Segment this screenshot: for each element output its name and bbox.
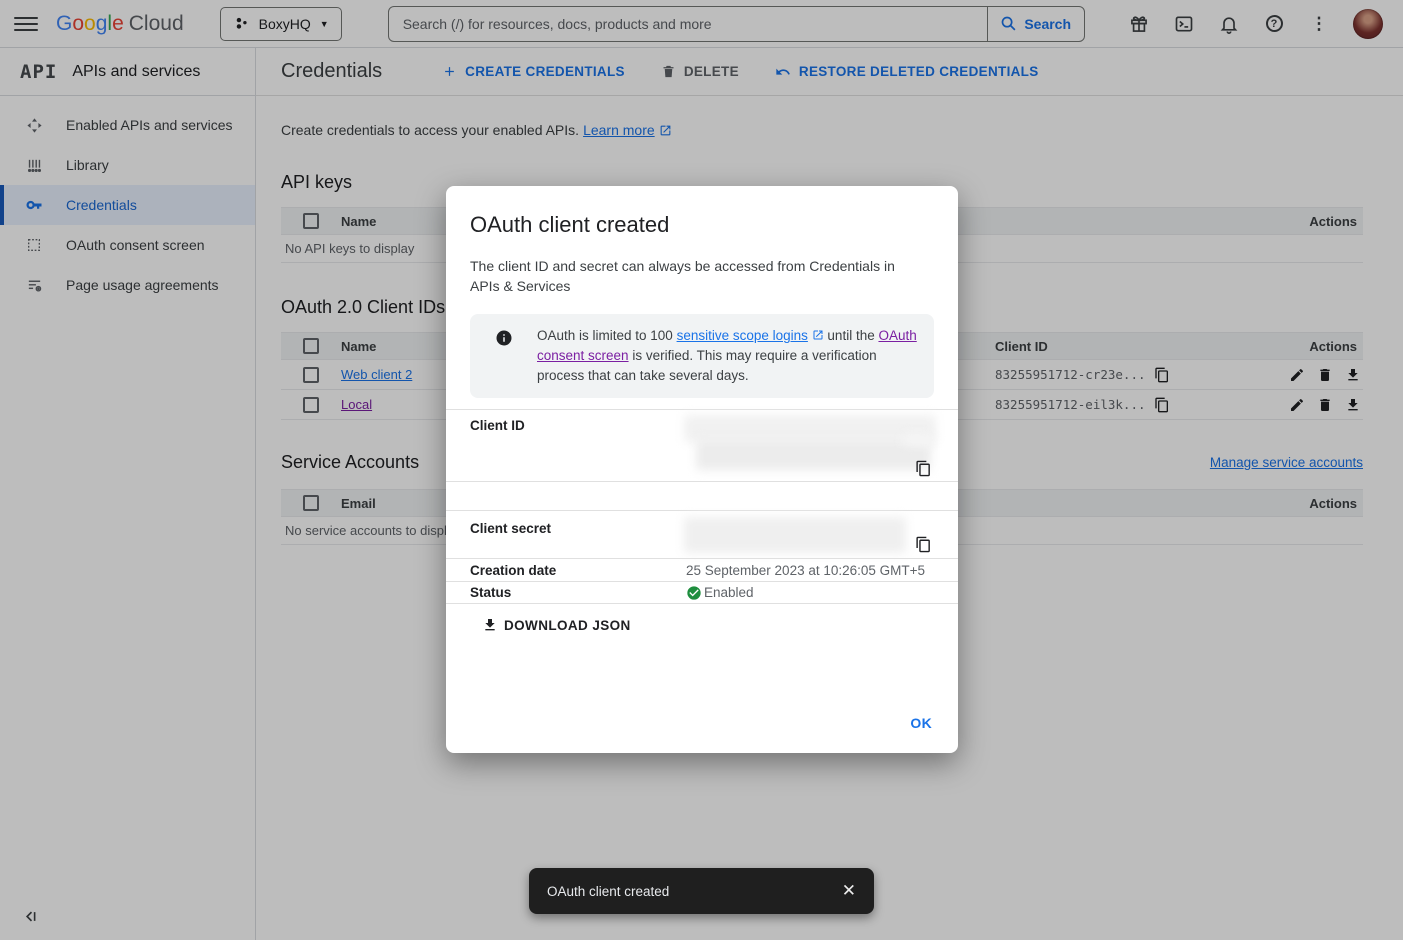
client-secret-label: Client secret <box>470 511 686 558</box>
client-secret-row: Client secret <box>446 510 958 558</box>
creation-date-label: Creation date <box>470 563 686 578</box>
dialog-subtitle: The client ID and secret can always be a… <box>446 238 940 296</box>
oauth-client-created-dialog: OAuth client created The client ID and s… <box>446 186 958 753</box>
info-text-segment: until the <box>824 328 879 343</box>
google-cloud-console: Google Cloud BoxyHQ ▼ Search <box>0 0 1403 940</box>
status-value: Enabled <box>704 585 754 600</box>
creation-date-value: 25 September 2023 at 10:26:05 GMT+5 <box>686 563 958 578</box>
redacted-client-id-value <box>696 439 931 470</box>
client-id-row: Client ID <box>446 409 958 481</box>
download-json-label: DOWNLOAD JSON <box>504 618 631 633</box>
check-circle-icon <box>686 585 702 601</box>
client-id-label: Client ID <box>470 410 686 481</box>
ok-button[interactable]: OK <box>910 715 932 731</box>
status-badge: Enabled <box>686 585 754 601</box>
info-banner-text: OAuth is limited to 100 sensitive scope … <box>537 326 919 386</box>
copy-icon[interactable] <box>915 460 932 477</box>
info-banner: OAuth is limited to 100 sensitive scope … <box>470 314 934 398</box>
status-row: Status Enabled <box>446 581 958 604</box>
redacted-client-secret-value <box>684 517 906 553</box>
redacted-client-id-value <box>684 415 936 442</box>
snackbar: OAuth client created ✕ <box>529 868 874 914</box>
download-json-button[interactable]: DOWNLOAD JSON <box>482 617 958 633</box>
info-text-segment: OAuth is limited to 100 <box>537 328 677 343</box>
dialog-detail-rows: Client ID Client secret <box>446 409 958 604</box>
close-icon[interactable]: ✕ <box>842 881 856 901</box>
redacted-client-id-value <box>902 434 934 446</box>
dialog-title: OAuth client created <box>446 186 958 238</box>
download-icon <box>482 617 498 633</box>
status-label: Status <box>470 585 686 600</box>
external-link-icon <box>812 329 824 341</box>
sensitive-scope-logins-link[interactable]: sensitive scope logins <box>677 328 808 343</box>
copy-icon[interactable] <box>915 536 932 553</box>
snackbar-message: OAuth client created <box>547 884 669 899</box>
creation-date-row: Creation date 25 September 2023 at 10:26… <box>446 558 958 581</box>
redacted-spacer-row <box>446 481 958 510</box>
info-icon <box>470 326 537 386</box>
